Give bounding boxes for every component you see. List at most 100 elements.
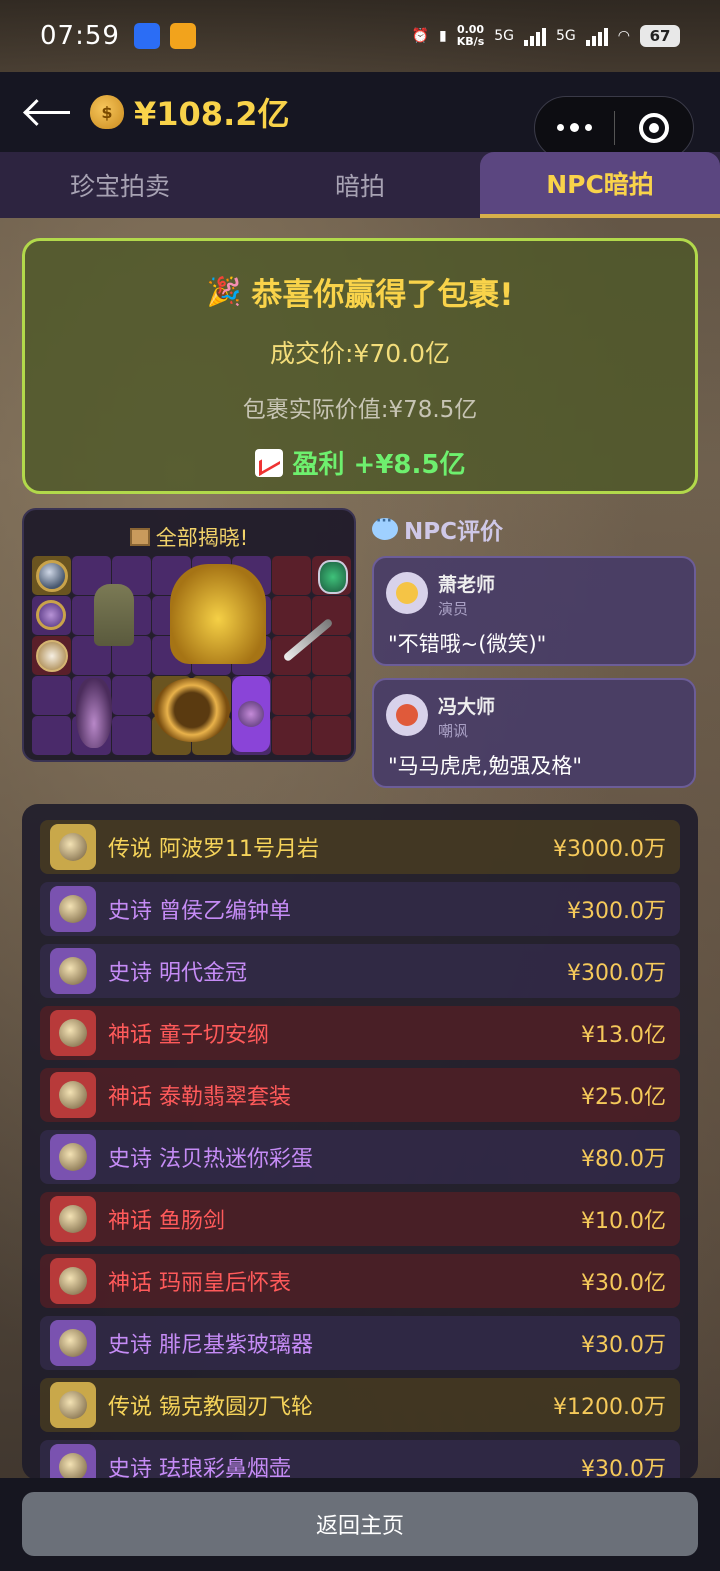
win-result-panel: 🎉 恭喜你赢得了包裹! 成交价:¥70.0亿 包裹实际价值:¥78.5亿 盈利 … (22, 238, 698, 494)
bronze-bell-icon (50, 886, 96, 932)
npc-review-header: NPC评价 (372, 512, 503, 546)
status-bar: 07:59 ⏰ ▮ 0.00 KB/s 5G 5G ◠ 67 (0, 0, 720, 72)
app-notification-icon (133, 23, 160, 49)
item-name: 史诗 曾侯乙编钟单 (108, 899, 291, 924)
speech-bubble-icon (372, 513, 398, 540)
header: $ ¥108.2亿 (0, 72, 720, 160)
chakram-icon (50, 1382, 96, 1428)
sword-icon (50, 1196, 96, 1242)
gold-crown-icon (50, 948, 96, 994)
reveal-panel: 全部揭晓! (22, 508, 356, 762)
item-price: ¥300.0万 (567, 961, 666, 986)
item-name: 神话 鱼肠剑 (108, 1209, 225, 1234)
npc-quote: "马马虎虎,勉强及格" (388, 754, 582, 778)
item-price: ¥25.0亿 (581, 1085, 666, 1110)
item-name: 神话 玛丽皇后怀表 (108, 1271, 291, 1296)
item-name: 史诗 明代金冠 (108, 961, 247, 986)
snuff-bottle-icon (50, 1444, 96, 1480)
list-item: 神话 童子切安纲 ¥13.0亿 (40, 1006, 680, 1060)
npc-name: 萧老师 (438, 574, 496, 596)
npc-review-card: 萧老师 演员 "不错哦~(微笑)" (372, 556, 696, 666)
item-price: ¥80.0万 (581, 1147, 666, 1172)
npc-avatar-icon (386, 694, 428, 736)
signal-label-2: 5G (556, 28, 576, 44)
more-icon[interactable] (535, 123, 614, 132)
faberge-egg-icon (36, 600, 66, 630)
moon-rock-icon (36, 560, 68, 592)
back-arrow-icon[interactable] (24, 97, 74, 127)
item-name: 神话 童子切安纲 (108, 1023, 269, 1048)
katana-icon (50, 1010, 96, 1056)
bottom-bar: 返回主页 (0, 1478, 720, 1571)
win-title-text: 恭喜你赢得了包裹! (251, 277, 514, 313)
tab-npc-blind-auction[interactable]: NPC暗拍 (480, 152, 720, 218)
win-title: 🎉 恭喜你赢得了包裹! (25, 269, 695, 314)
item-name: 史诗 法贝热迷你彩蛋 (108, 1147, 313, 1172)
net-speed-unit: KB/s (456, 35, 485, 48)
item-name: 传说 阿波罗11号月岩 (108, 837, 319, 862)
reveal-title: 全部揭晓! (24, 522, 354, 552)
weibo-notification-icon (169, 23, 196, 49)
emerald-set-icon (318, 560, 348, 594)
tab-treasure-auction[interactable]: 珍宝拍卖 (0, 152, 240, 218)
signal-label-1: 5G (494, 28, 515, 44)
list-item: 传说 阿波罗11号月岩 ¥3000.0万 (40, 820, 680, 874)
chart-up-icon (254, 448, 283, 477)
gold-crown-icon (170, 564, 266, 664)
status-time: 07:59 (40, 21, 120, 51)
list-item: 神话 鱼肠剑 ¥10.0亿 (40, 1192, 680, 1246)
balance: ¥108.2亿 (134, 95, 290, 133)
signal-icon-2 (585, 26, 608, 46)
profit-text: 盈利 +¥8.5亿 (292, 450, 466, 480)
vibrate-icon: ▮ (439, 28, 447, 44)
package-icon (129, 528, 150, 546)
npc-review-title: NPC评价 (404, 519, 503, 545)
item-price: ¥10.0亿 (581, 1209, 666, 1234)
item-price: ¥1200.0万 (553, 1395, 666, 1420)
snuff-bottle-icon (232, 676, 270, 752)
net-speed: 0.00 KB/s (457, 24, 484, 48)
item-price: ¥30.0万 (581, 1457, 666, 1480)
signal-icon (524, 26, 547, 46)
moon-rock-icon (50, 824, 96, 870)
status-right: ⏰ ▮ 0.00 KB/s 5G 5G ◠ 67 (412, 24, 680, 48)
list-item: 传说 锡克教圆刃飞轮 ¥1200.0万 (40, 1378, 680, 1432)
list-item: 神话 玛丽皇后怀表 ¥30.0亿 (40, 1254, 680, 1308)
list-item: 史诗 腓尼基紫玻璃器 ¥30.0万 (40, 1316, 680, 1370)
faberge-egg-icon (50, 1134, 96, 1180)
chakram-icon (154, 678, 230, 742)
battery-icon: 67 (640, 25, 680, 47)
npc-review-card: 冯大师 嘲讽 "马马虎虎,勉强及格" (372, 678, 696, 788)
npc-role: 演员 (438, 600, 469, 618)
item-price: ¥13.0亿 (581, 1023, 666, 1048)
item-price: ¥30.0亿 (581, 1271, 666, 1296)
list-item: 神话 泰勒翡翠套装 ¥25.0亿 (40, 1068, 680, 1122)
item-name: 神话 泰勒翡翠套装 (108, 1085, 291, 1110)
return-home-button[interactable]: 返回主页 (22, 1492, 698, 1556)
purple-glass-icon (76, 678, 112, 748)
npc-quote: "不错哦~(微笑)" (388, 632, 547, 656)
list-item: 史诗 珐琅彩鼻烟壶 ¥30.0万 (40, 1440, 680, 1480)
npc-name: 冯大师 (438, 696, 496, 718)
item-price: ¥300.0万 (567, 899, 666, 924)
item-price: ¥30.0万 (581, 1333, 666, 1358)
list-item: 史诗 法贝热迷你彩蛋 ¥80.0万 (40, 1130, 680, 1184)
target-icon[interactable] (615, 113, 694, 143)
pocket-watch-icon (50, 1258, 96, 1304)
tab-blind-auction[interactable]: 暗拍 (240, 152, 480, 218)
real-value: 包裹实际价值:¥78.5亿 (242, 397, 478, 423)
alarm-icon: ⏰ (411, 28, 430, 44)
reveal-title-text: 全部揭晓! (155, 526, 249, 550)
deal-price: 成交价:¥70.0亿 (270, 339, 450, 368)
purple-glass-icon (50, 1320, 96, 1366)
item-list: 传说 阿波罗11号月岩 ¥3000.0万 史诗 曾侯乙编钟单 ¥300.0万 史… (22, 804, 698, 1480)
item-name: 史诗 珐琅彩鼻烟壶 (108, 1457, 291, 1480)
list-item: 史诗 曾侯乙编钟单 ¥300.0万 (40, 882, 680, 936)
npc-role: 嘲讽 (438, 722, 469, 740)
list-item: 史诗 明代金冠 ¥300.0万 (40, 944, 680, 998)
pocket-watch-icon (36, 640, 68, 672)
grid-items (32, 556, 352, 756)
item-price: ¥3000.0万 (553, 837, 666, 862)
npc-avatar-icon (386, 572, 428, 614)
emerald-set-icon (50, 1072, 96, 1118)
